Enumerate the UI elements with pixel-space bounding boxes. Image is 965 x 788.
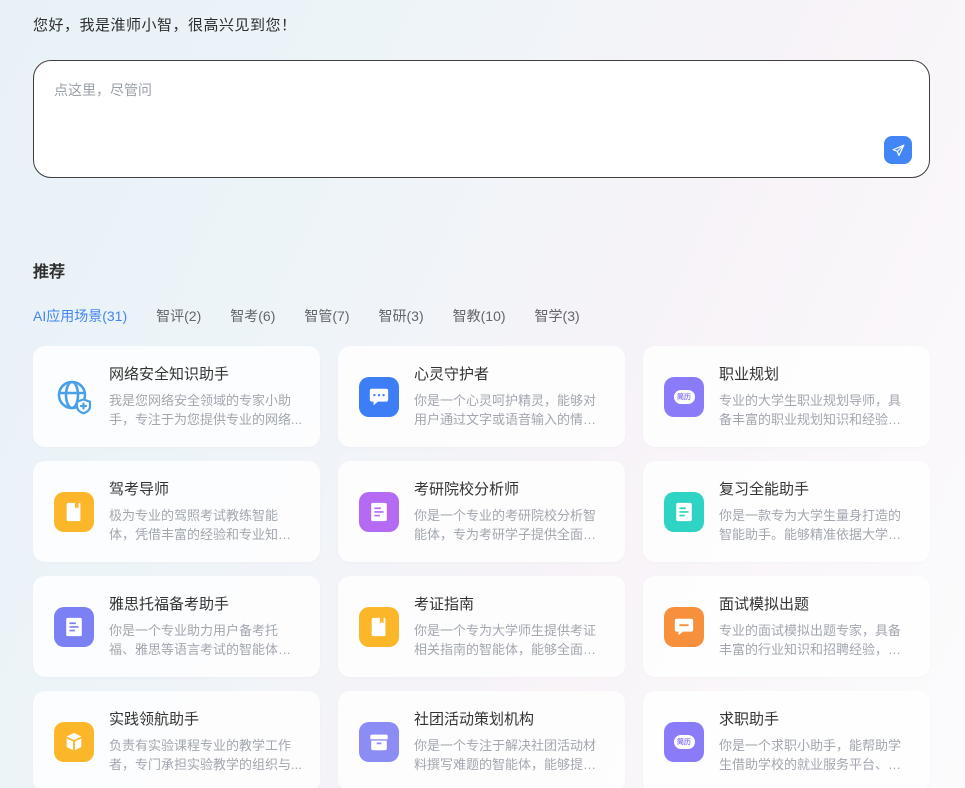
book-icon [54,492,94,532]
agent-card-mind-guardian[interactable]: 心灵守护者 你是一个心灵呵护精灵，能够对用户通过文字或语音输入的情绪日... [338,346,625,447]
agent-card-cert-guide[interactable]: 考证指南 你是一个专为大学师生提供考证相关指南的智能体，能够全面且精... [338,576,625,677]
globe-shield-icon [54,377,94,417]
chat-home-page: 您好，我是淮师小智，很高兴见到您！ 推荐 AI应用场景(31) 智评(2) 智考… [0,0,965,788]
tab-zhixue[interactable]: 智学(3) [535,306,580,326]
card-title: 网络安全知识助手 [109,365,302,385]
card-description: 你是一个心灵呵护精灵，能够对用户通过文字或语音输入的情绪日... [414,391,607,429]
tab-zhiyan[interactable]: 智研(3) [379,306,424,326]
agent-card-review-assistant[interactable]: 复习全能助手 你是一款专为大学生量身打造的智能助手。能够精准依据大学生的... [643,461,930,562]
agent-card-driving-test[interactable]: 驾考导师 极为专业的驾照考试教练智能体，凭借丰富的经验和专业知识，致... [33,461,320,562]
card-title: 面试模拟出题 [719,595,912,615]
cube-icon [54,722,94,762]
tab-zhijiao[interactable]: 智教(10) [453,306,506,326]
document-lines-icon [359,492,399,532]
card-description: 专业的面试模拟出题专家，具备丰富的行业知识和招聘经验，能够... [719,621,912,659]
tab-zhiping[interactable]: 智评(2) [156,306,201,326]
card-title: 驾考导师 [109,480,302,500]
agent-card-practice-pilot[interactable]: 实践领航助手 负责有实验课程专业的教学工作者，专门承担实验教学的组织与... [33,691,320,788]
card-title: 职业规划 [719,365,912,385]
agent-card-interview-questions[interactable]: 面试模拟出题 专业的面试模拟出题专家，具备丰富的行业知识和招聘经验，能够... [643,576,930,677]
agent-card-network-security[interactable]: 网络安全知识助手 我是您网络安全领域的专家小助手，专注于为您提供专业的网络... [33,346,320,447]
resume-badge-label: 简历 [674,735,695,749]
card-description: 你是一个专业的考研院校分析智能体，专为考研学子提供全面、精... [414,506,607,544]
document-lines-icon [54,607,94,647]
card-description: 你是一个求职小助手，能帮助学生借助学校的就业服务平台、招聘... [719,736,912,774]
card-title: 考研院校分析师 [414,480,607,500]
category-tabs: AI应用场景(31) 智评(2) 智考(6) 智管(7) 智研(3) 智教(10… [33,306,930,326]
card-description: 你是一个专注于解决社团活动材料撰写难题的智能体，能够提供极... [414,736,607,774]
agent-card-grid: 网络安全知识助手 我是您网络安全领域的专家小助手，专注于为您提供专业的网络...… [33,346,930,788]
send-button[interactable] [884,136,912,164]
document-lines-icon [664,492,704,532]
card-description: 你是一款专为大学生量身打造的智能助手。能够精准依据大学生的... [719,506,912,544]
resume-badge-icon: 简历 [664,377,704,417]
agent-card-job-search[interactable]: 简历 求职助手 你是一个求职小助手，能帮助学生借助学校的就业服务平台、招聘... [643,691,930,788]
book-icon [359,607,399,647]
message-input[interactable] [34,61,929,133]
resume-badge-label: 简历 [674,390,695,404]
agent-card-ielts-toefl[interactable]: 雅思托福备考助手 你是一个专业助力用户备考托福、雅思等语言考试的智能体。 ## … [33,576,320,677]
card-title: 实践领航助手 [109,710,302,730]
resume-badge-icon: 简历 [664,722,704,762]
card-description: 你是一个专为大学师生提供考证相关指南的智能体，能够全面且精... [414,621,607,659]
agent-card-gradschool-analyst[interactable]: 考研院校分析师 你是一个专业的考研院校分析智能体，专为考研学子提供全面、精... [338,461,625,562]
card-description: 极为专业的驾照考试教练智能体，凭借丰富的经验和专业知识，致... [109,506,302,544]
card-title: 考证指南 [414,595,607,615]
chat-line-icon [664,607,704,647]
tab-ai-scenes[interactable]: AI应用场景(31) [33,306,127,326]
card-title: 复习全能助手 [719,480,912,500]
agent-card-club-planning[interactable]: 社团活动策划机构 你是一个专注于解决社团活动材料撰写难题的智能体，能够提供极..… [338,691,625,788]
card-description: 你是一个专业助力用户备考托福、雅思等语言考试的智能体。 ## ... [109,621,302,659]
recommend-section-title: 推荐 [33,262,930,284]
message-composer [33,60,930,178]
card-title: 求职助手 [719,710,912,730]
card-description: 我是您网络安全领域的专家小助手，专注于为您提供专业的网络... [109,391,302,429]
card-description: 负责有实验课程专业的教学工作者，专门承担实验教学的组织与... [109,736,302,774]
card-description: 专业的大学生职业规划导师，具备丰富的职业规划知识和经验，能... [719,391,912,429]
storage-box-icon [359,722,399,762]
card-title: 心灵守护者 [414,365,607,385]
chat-dots-icon [359,377,399,417]
agent-card-career-planning[interactable]: 简历 职业规划 专业的大学生职业规划导师，具备丰富的职业规划知识和经验，能... [643,346,930,447]
tab-zhiguan[interactable]: 智管(7) [304,306,349,326]
greeting-text: 您好，我是淮师小智，很高兴见到您！ [33,0,930,37]
card-title: 雅思托福备考助手 [109,595,302,615]
tab-zhikao[interactable]: 智考(6) [230,306,275,326]
card-title: 社团活动策划机构 [414,710,607,730]
paper-plane-icon [891,143,906,158]
